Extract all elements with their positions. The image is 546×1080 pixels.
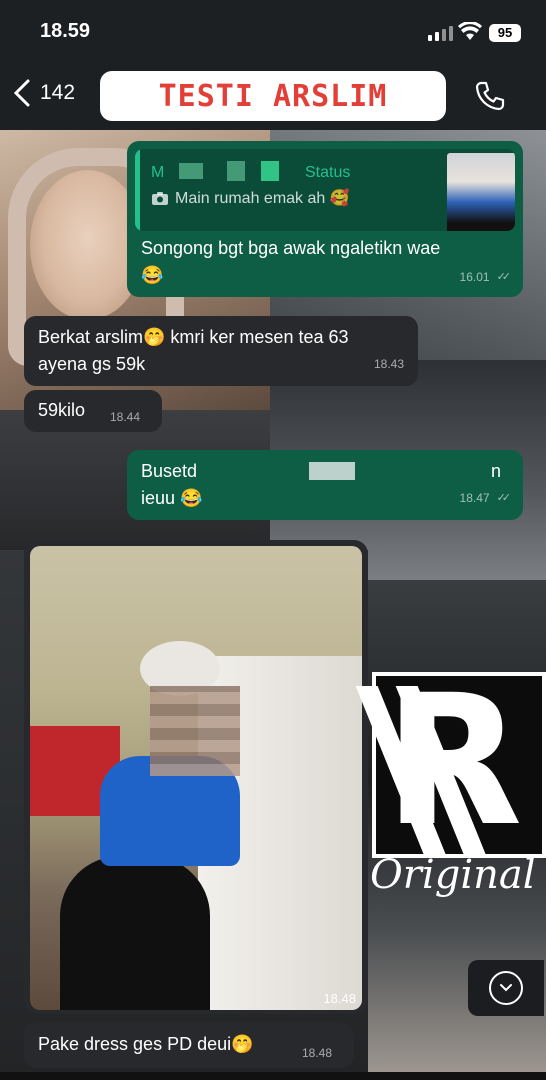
- message-text-line: ayena gs 59k: [38, 354, 146, 374]
- message-emoji: 😂: [141, 265, 164, 285]
- status-thumbnail: [447, 153, 515, 231]
- message-meta: 18.43: [374, 351, 404, 378]
- message-text: Pake dress ges PD deui🤭: [38, 1034, 254, 1054]
- phone-icon[interactable]: [474, 80, 506, 112]
- photo-image[interactable]: [30, 546, 362, 1010]
- back-button[interactable]: 142: [12, 78, 75, 108]
- message-meta: 18.47 ✓✓: [459, 485, 512, 512]
- brand-logo: R: [355, 662, 546, 862]
- chevron-down-icon: [489, 971, 523, 1005]
- message-emoji: 😂: [180, 488, 203, 508]
- contact-title-box[interactable]: TESTI ARSLIM: [100, 71, 446, 121]
- redaction-block: [261, 161, 279, 181]
- logo-text: Original: [370, 852, 536, 898]
- message-bubble-incoming[interactable]: Berkat arslim🤭 kmri ker mesen tea 63 aye…: [24, 316, 418, 386]
- chevron-left-icon: [13, 79, 30, 107]
- message-meta: 18.48: [302, 1040, 332, 1067]
- redaction-block: [309, 462, 355, 480]
- chat-header: 142 TESTI ARSLIM: [0, 64, 546, 130]
- message-bubble-outgoing[interactable]: M Status Main rumah emak ah 🥰 Songong bg…: [127, 141, 523, 297]
- message-time: 18.47: [459, 491, 490, 505]
- unread-count: 142: [40, 81, 76, 104]
- message-text: 59kilo: [38, 400, 86, 420]
- scroll-to-bottom-button[interactable]: [468, 960, 544, 1016]
- wifi-icon: [458, 22, 482, 40]
- message-text-line: Berkat arslim🤭 kmri ker mesen tea 63: [38, 327, 349, 347]
- composer-edge: [0, 1072, 546, 1080]
- message-text-line-tail: n: [491, 461, 502, 481]
- contact-title: TESTI ARSLIM: [158, 78, 388, 114]
- redaction-block: [227, 161, 245, 181]
- read-ticks-icon: ✓✓: [496, 271, 512, 283]
- message-bubble-incoming[interactable]: 59kilo 18.44: [24, 390, 162, 432]
- read-ticks-icon: ✓✓: [496, 492, 512, 504]
- message-time: 16.01: [459, 270, 490, 284]
- quote-accent-bar: [135, 149, 140, 231]
- quote-label: Status: [305, 164, 351, 181]
- message-text-line: ieuu: [141, 488, 176, 508]
- message-time: 18.48: [323, 991, 356, 1006]
- message-text-line: Busetd: [141, 461, 198, 481]
- message-time: 18.48: [302, 1046, 333, 1060]
- message-bubble-incoming[interactable]: Pake dress ges PD deui🤭 18.48: [24, 1022, 354, 1068]
- redaction-block: [179, 163, 203, 179]
- status-bar: 18.59 95: [0, 0, 546, 64]
- logo-mark: R: [384, 657, 523, 866]
- message-text: Busetd n ieuu 😂: [141, 458, 511, 512]
- quote-text-content: Main rumah emak ah 🥰: [175, 190, 350, 207]
- pixelated-face: [150, 686, 240, 776]
- photo-message[interactable]: 18.48: [24, 540, 368, 1014]
- message-bubble-outgoing[interactable]: Busetd n ieuu 😂 18.47 ✓✓: [127, 450, 523, 520]
- quote-text: Main rumah emak ah 🥰: [151, 185, 350, 212]
- quoted-status[interactable]: M Status Main rumah emak ah 🥰: [135, 149, 515, 231]
- message-time: 18.43: [373, 357, 404, 371]
- battery-icon: 95: [489, 24, 521, 42]
- camera-icon: [152, 192, 168, 205]
- message-text: Berkat arslim🤭 kmri ker mesen tea 63 aye…: [38, 324, 418, 378]
- message-text-content: Songong bgt bga awak ngaletikn wae: [141, 238, 441, 258]
- quote-author: M: [151, 164, 165, 181]
- message-time: 18.44: [110, 410, 141, 424]
- signal-icon: [428, 26, 453, 41]
- photo-person: [60, 856, 210, 1010]
- status-time: 18.59: [40, 20, 91, 42]
- message-meta: 18.44: [110, 404, 140, 431]
- message-text: Songong bgt bga awak ngaletikn wae 😂: [141, 235, 511, 289]
- message-meta: 16.01 ✓✓: [459, 264, 512, 291]
